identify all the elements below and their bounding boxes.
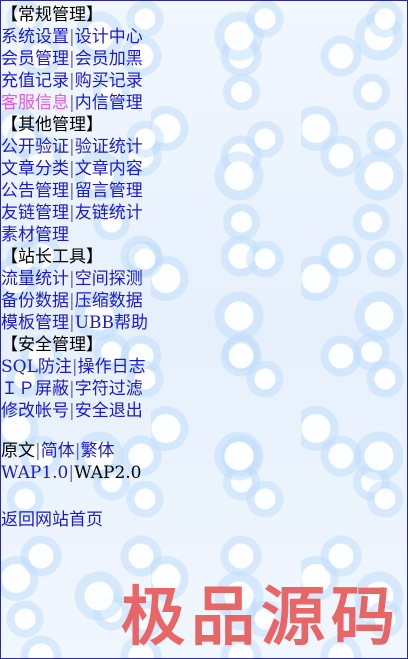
watermark-logo: 极品源码 xyxy=(121,581,401,655)
menu-row: 备份数据|压缩数据 xyxy=(1,290,148,312)
link-article-content[interactable]: 文章内容 xyxy=(75,159,143,179)
page-frame: 【常规管理】 系统设置|设计中心 会员管理|会员加黑 充值记录|购买记录 客服信… xyxy=(0,0,408,659)
link-sql-injection-guard[interactable]: SQL防注 xyxy=(1,357,72,377)
link-template-management[interactable]: 模板管理 xyxy=(1,313,69,333)
back-to-home-link[interactable]: 返回网站首页 xyxy=(1,510,103,530)
section-title-webmaster-tools: 【站长工具】 xyxy=(1,247,103,267)
link-ip-block[interactable]: ＩＰ屏蔽 xyxy=(1,379,69,399)
link-article-categories[interactable]: 文章分类 xyxy=(1,159,69,179)
language-switch: 原文|简体|繁体 xyxy=(1,440,148,462)
admin-menu: 【常规管理】 系统设置|设计中心 会员管理|会员加黑 充值记录|购买记录 客服信… xyxy=(1,4,148,531)
link-traffic-stats[interactable]: 流量统计 xyxy=(1,269,69,289)
link-operation-log[interactable]: 操作日志 xyxy=(78,357,146,377)
section-title-other: 【其他管理】 xyxy=(1,115,103,135)
menu-row: 友链管理|友链统计 xyxy=(1,202,148,224)
link-recharge-records[interactable]: 充值记录 xyxy=(1,71,69,91)
section-title-general: 【常规管理】 xyxy=(1,5,103,25)
link-ubb-help[interactable]: UBB帮助 xyxy=(75,313,148,333)
wap2-link[interactable]: WAP2.0 xyxy=(74,463,141,483)
menu-row: 公开验证|验证统计 xyxy=(1,136,148,158)
link-member-blacklist[interactable]: 会员加黑 xyxy=(75,49,143,69)
link-customer-service-info[interactable]: 客服信息 xyxy=(1,93,69,113)
menu-row: 会员管理|会员加黑 xyxy=(1,48,148,70)
menu-row: 流量统计|空间探测 xyxy=(1,268,148,290)
wap-version-switch: WAP1.0|WAP2.0 xyxy=(1,462,148,484)
link-materials[interactable]: 素材管理 xyxy=(1,225,69,245)
link-guestbook[interactable]: 留言管理 xyxy=(75,181,143,201)
link-character-filter[interactable]: 字符过滤 xyxy=(75,379,143,399)
link-compress-data[interactable]: 压缩数据 xyxy=(75,291,143,311)
menu-row: 系统设置|设计中心 xyxy=(1,26,148,48)
link-change-account[interactable]: 修改帐号 xyxy=(1,401,69,421)
link-safe-logout[interactable]: 安全退出 xyxy=(75,401,143,421)
link-verification-stats[interactable]: 验证统计 xyxy=(75,137,143,157)
link-purchase-records[interactable]: 购买记录 xyxy=(75,71,143,91)
link-backup-data[interactable]: 备份数据 xyxy=(1,291,69,311)
menu-row: 客服信息|内信管理 xyxy=(1,92,148,114)
lang-simplified[interactable]: 简体 xyxy=(41,441,75,461)
menu-row: 修改帐号|安全退出 xyxy=(1,400,148,422)
menu-row: 充值记录|购买记录 xyxy=(1,70,148,92)
link-friend-link-stats[interactable]: 友链统计 xyxy=(75,203,143,223)
menu-row: 模板管理|UBB帮助 xyxy=(1,312,148,334)
link-design-center[interactable]: 设计中心 xyxy=(75,27,143,47)
link-announcements[interactable]: 公告管理 xyxy=(1,181,69,201)
link-system-settings[interactable]: 系统设置 xyxy=(1,27,69,47)
menu-row: SQL防注|操作日志 xyxy=(1,356,148,378)
link-internal-messages[interactable]: 内信管理 xyxy=(75,93,143,113)
wap1-link[interactable]: WAP1.0 xyxy=(1,463,68,483)
menu-row: 公告管理|留言管理 xyxy=(1,180,148,202)
lang-traditional[interactable]: 繁体 xyxy=(80,441,114,461)
link-friend-links[interactable]: 友链管理 xyxy=(1,203,69,223)
menu-row: 文章分类|文章内容 xyxy=(1,158,148,180)
section-title-security: 【安全管理】 xyxy=(1,335,103,355)
menu-row: ＩＰ屏蔽|字符过滤 xyxy=(1,378,148,400)
menu-row: 素材管理 xyxy=(1,224,148,246)
link-member-management[interactable]: 会员管理 xyxy=(1,49,69,69)
link-public-verification[interactable]: 公开验证 xyxy=(1,137,69,157)
footer: 返回网站首页 xyxy=(1,509,148,531)
lang-original[interactable]: 原文 xyxy=(1,441,35,461)
link-space-probe[interactable]: 空间探测 xyxy=(75,269,143,289)
